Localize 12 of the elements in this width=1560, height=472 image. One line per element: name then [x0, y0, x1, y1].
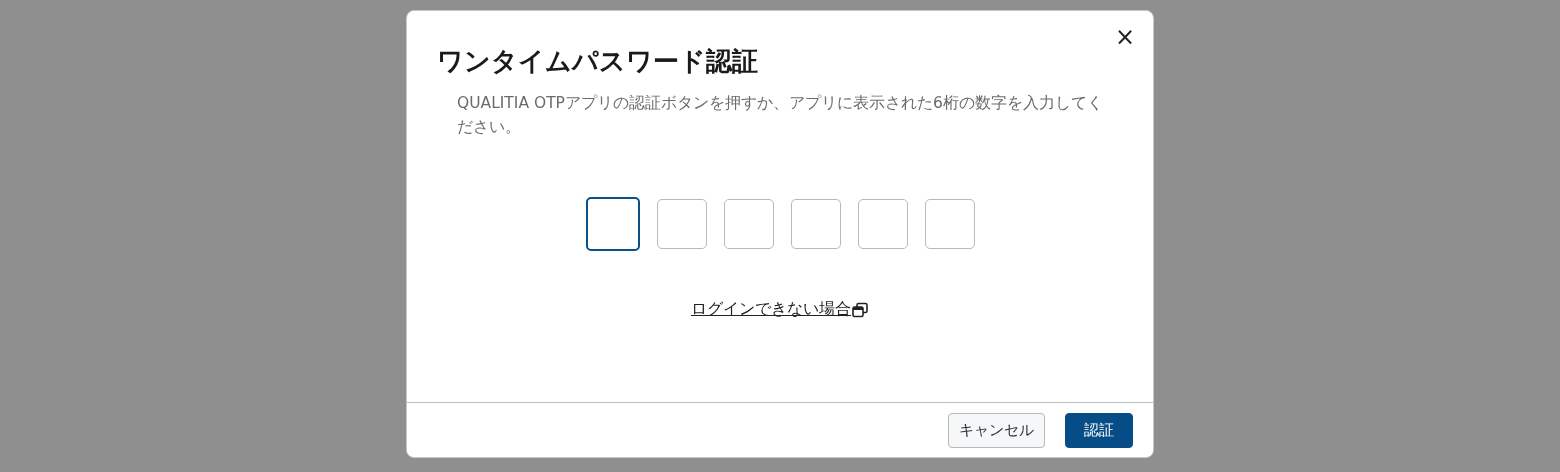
- confirm-button[interactable]: 認証: [1065, 412, 1133, 448]
- digit-field[interactable]: [585, 197, 640, 251]
- digit-field[interactable]: [857, 199, 908, 249]
- digit-field[interactable]: [723, 199, 774, 249]
- description-text: QUALITIA OTPアプリの認証ボタンを押すか、アプリに表示された6桁の数字を入力してください。: [457, 93, 1104, 138]
- cancel-button[interactable]: キャンセル: [948, 412, 1045, 448]
- dialog-title: ワンタイムパスワード認証: [437, 45, 759, 78]
- close-button[interactable]: ×: [1110, 25, 1139, 49]
- digit-field[interactable]: [924, 199, 975, 249]
- digit-field[interactable]: [656, 199, 707, 249]
- digit-field[interactable]: [790, 199, 841, 249]
- external-window-icon: [852, 301, 869, 318]
